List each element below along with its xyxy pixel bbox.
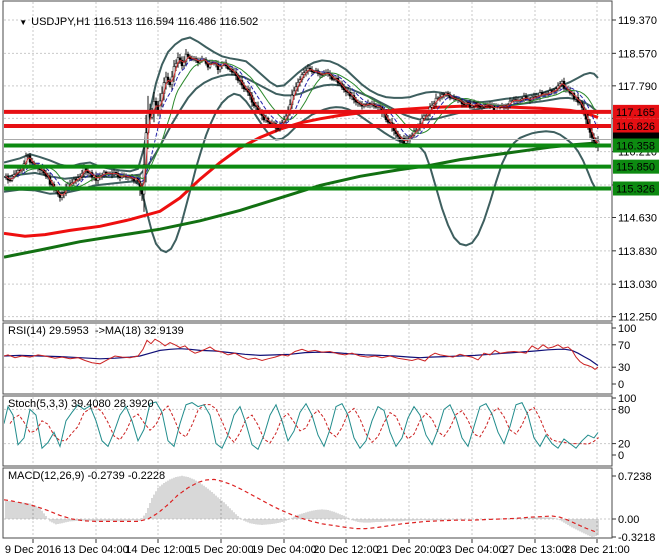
candle-body [164,76,168,83]
candle-body [178,57,182,61]
price-axis-label: 113.830 [618,246,657,258]
candle-body [168,81,172,86]
symbol-dropdown-icon[interactable]: ▼ [19,18,27,27]
price-badge: 115.850 [613,159,659,174]
candle-body [450,97,454,99]
date-axis-label: 9 Dec 2016 [5,544,61,556]
stoch-axis-label: 80 [618,404,630,416]
macd-axis-label: 0.00 [618,514,639,526]
price-badge-label: 117.165 [616,107,655,119]
macd-axis-label: -0.3218 [618,532,655,544]
candle-body [30,161,34,164]
price-axis-label: 119.370 [618,15,657,27]
price-badge-label: 116.826 [616,121,655,133]
price-badge: 115.326 [613,181,659,196]
candle-body [186,53,190,57]
candle-body [276,128,280,130]
date-axis-label: 14 Dec 12:00 [125,544,190,556]
stoch-header-label: Stoch(5,3,3) 39.4080 28.3920 [8,398,154,410]
rsi-axis-label: 100 [618,323,636,335]
price-axis-label: 113.030 [618,279,657,291]
rsi-header-label: RSI(14) 29.5953 ->MA(18) 32.9139 [8,325,184,337]
macd-header-label: MACD(12,26,9) -0.2739 -0.2228 [8,470,166,482]
price-badge-label: 115.850 [616,162,655,174]
stoch-axis-label: 20 [618,439,630,451]
candle-body [154,101,158,106]
date-axis-label: 27 Dec 13:00 [502,544,567,556]
price-axis-label: 112.250 [618,312,657,324]
quote-ohlc-label: 116.513 116.594 116.486 116.502 [93,16,259,28]
macd-axis-label: 0.7238 [618,471,652,483]
x-axis: 9 Dec 2016 13 Dec 04:0014 Dec 12:0015 Dec… [5,539,630,556]
rsi-axis-label: 0 [618,379,624,391]
price-badge-label: 116.358 [616,141,655,153]
price-axis-label: 117.790 [618,81,657,93]
candle-body [332,78,336,81]
candle-body [118,176,122,178]
candle-body [480,106,484,108]
date-axis-label: 20 Dec 12:00 [313,544,378,556]
price-badge: 116.826 [613,119,659,133]
trading-chart-window: 119.370118.570117.790117.010116.210115.4… [0,0,660,560]
symbol-period-label: USDJPY,H1 [31,16,91,28]
chart-title-bar[interactable]: ▼ USDJPY,H1 116.513 116.594 116.486 116.5… [7,3,258,42]
candle-body [26,155,30,157]
price-axis-label: 114.630 [618,213,657,225]
date-axis-label: 21 Dec 20:00 [376,544,441,556]
price-badge-label: 115.326 [616,184,655,196]
macd-histogram [5,475,599,537]
ma-slow-green-line [4,141,599,259]
macd-signal-line [4,478,599,533]
rsi-line [4,338,599,371]
rsi-axis-label: 30 [618,362,630,374]
main-pane[interactable] [4,2,611,320]
price-axis-label: 118.570 [618,48,657,60]
rsi-axis-label: 70 [618,340,630,352]
stoch-axis-label: 100 [618,393,636,405]
date-axis-label: 19 Dec 04:00 [251,544,316,556]
date-axis-label: 15 Dec 20:00 [188,544,253,556]
stoch-axis-label: 0 [618,450,624,462]
date-axis-label: 28 Dec 21:00 [564,544,629,556]
candle-body [312,71,316,73]
price-badge: 117.165 [613,104,659,119]
y-axis: 119.370118.570117.790117.010116.210115.4… [612,15,659,544]
main-pane-border [2,0,613,322]
candle-body [564,88,568,90]
candle-body [462,103,466,105]
candle-body [470,105,474,108]
candle-body [8,179,12,182]
price-badge: 116.358 [613,138,659,153]
date-axis-label: 23 Dec 04:00 [439,544,504,556]
date-axis-label: 13 Dec 04:00 [63,544,128,556]
